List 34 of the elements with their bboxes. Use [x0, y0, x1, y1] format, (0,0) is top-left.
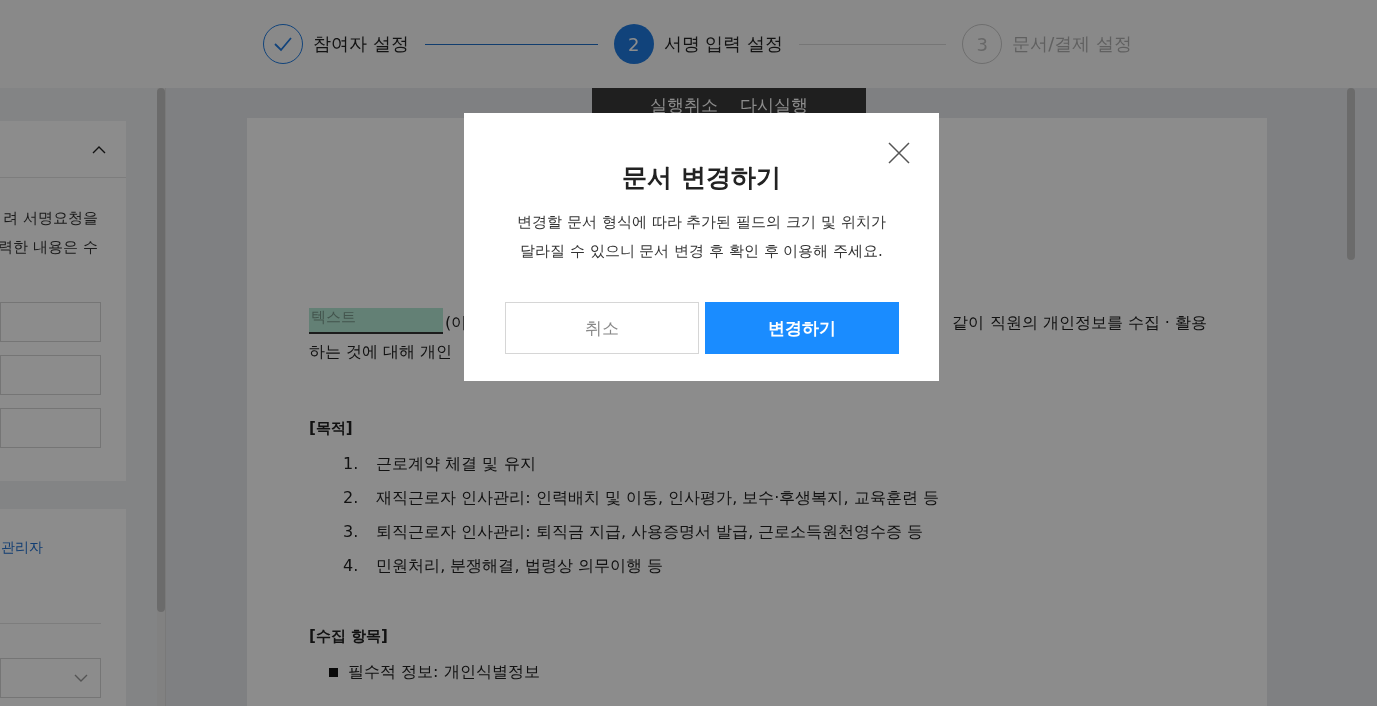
dialog-title: 문서 변경하기 [622, 162, 781, 194]
document-text: (이 [445, 313, 468, 334]
list-item-text: 재직근로자 인사관리: 인력배치 및 이동, 인사평가, 보수·후생복지, 교육훈련 등 [376, 488, 939, 509]
description-text: 력한 내용은 수 [0, 237, 99, 258]
list-item-text: 필수적 정보: 개인식별정보 [348, 662, 540, 683]
check-icon [273, 36, 293, 52]
scrollbar[interactable] [157, 88, 165, 706]
undo-button[interactable]: 실행취소 [650, 93, 718, 117]
cancel-button[interactable]: 취소 [504, 302, 699, 354]
step-label: 서명 입력 설정 [663, 32, 784, 56]
select-field[interactable] [0, 658, 101, 698]
section-heading: [목적] [309, 419, 354, 438]
document-text: 같이 직원의 개인정보를 수집 · 활용 [952, 313, 1207, 334]
admin-link[interactable]: 관리자 [0, 509, 126, 557]
step-label: 참여자 설정 [313, 32, 409, 56]
bullet-icon [329, 668, 338, 677]
step-indicator: 2 [613, 24, 654, 64]
redo-button[interactable]: 다시실행 [740, 93, 808, 117]
chevron-up-icon[interactable] [92, 144, 106, 154]
item-number: 3. [343, 522, 359, 543]
dialog-message: 변경할 문서 형식에 따라 추가된 필드의 크기 및 위치가 달라질 수 있으니 문서 변경 후 확인 후 이용해 주세요. [517, 212, 886, 262]
description-text: 려 서명요청을 [2, 208, 99, 229]
list-item-text: 근로계약 체결 및 유지 [376, 454, 536, 475]
list-item-text: 민원처리, 분쟁해결, 법령상 의무이행 등 [376, 556, 663, 577]
document-text: 하는 것에 대해 개인 [309, 342, 453, 363]
chevron-down-icon[interactable] [74, 673, 88, 683]
item-number: 4. [343, 556, 359, 577]
item-number: 2. [343, 488, 359, 509]
scrollbar[interactable] [1347, 88, 1355, 260]
close-button[interactable] [887, 141, 911, 165]
list-item-text: 퇴직근로자 인사관리: 퇴직금 지급, 사용증명서 발급, 근로소득원천영수증 등 [376, 522, 924, 543]
section-heading: [수집 항목] [309, 627, 389, 646]
item-number: 1. [343, 454, 359, 475]
confirm-button[interactable]: 변경하기 [704, 302, 899, 354]
